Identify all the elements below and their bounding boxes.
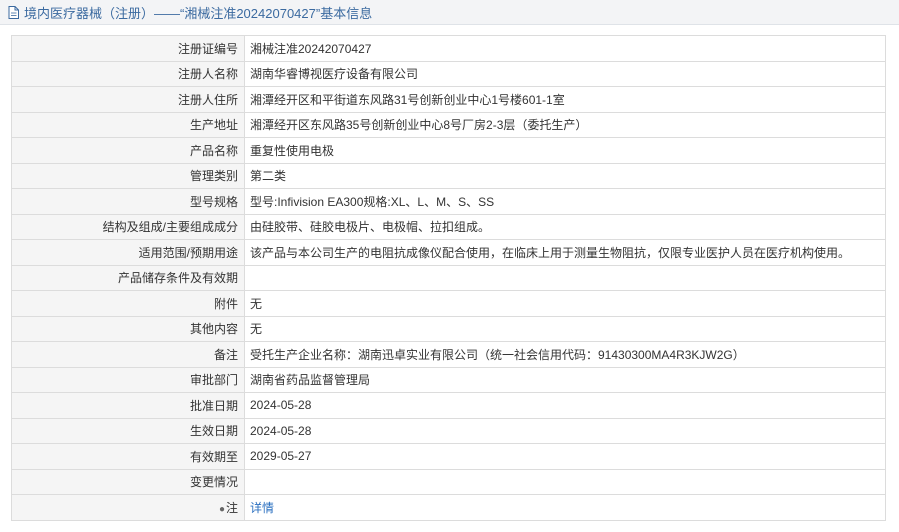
table-row: 审批部门 湖南省药品监督管理局 — [11, 366, 886, 393]
row-label: 生产地址 — [11, 111, 245, 138]
row-value: 湘潭经开区和平街道东风路31号创新创业中心1号楼601-1室 — [244, 86, 886, 113]
table-row: 产品名称 重复性使用电极 — [11, 137, 886, 164]
table-row: 适用范围/预期用途 该产品与本公司生产的电阻抗成像仪配合使用，在临床上用于测量生物… — [11, 239, 886, 266]
table-row: 生效日期 2024-05-28 — [11, 417, 886, 444]
table-row: 生产地址 湘潭经开区东风路35号创新创业中心8号厂房2-3层（委托生产） — [11, 111, 886, 138]
row-value: 湘潭经开区东风路35号创新创业中心8号厂房2-3层（委托生产） — [244, 111, 886, 138]
table-row: 有效期至 2029-05-27 — [11, 443, 886, 470]
row-value: 2024-05-28 — [244, 392, 886, 419]
table-row: 产品储存条件及有效期 — [11, 264, 886, 291]
row-value — [244, 468, 886, 495]
table-row: 结构及组成/主要组成成分 由硅胶带、硅胶电极片、电极帽、拉扣组成。 — [11, 213, 886, 240]
row-value: 无 — [244, 290, 886, 317]
info-table: 注册证编号 湘械注准20242070427 注册人名称 湖南华睿博视医疗设备有限公司… — [11, 35, 886, 521]
table-row: 注册证编号 湘械注准20242070427 — [11, 35, 886, 62]
row-value: 湖南省药品监督管理局 — [244, 366, 886, 393]
table-row: 注册人名称 湖南华睿博视医疗设备有限公司 — [11, 60, 886, 87]
table-row: 批准日期 2024-05-28 — [11, 392, 886, 419]
row-value: 湖南华睿博视医疗设备有限公司 — [244, 60, 886, 87]
note-row: ●注 详情 — [11, 494, 886, 521]
row-label: 附件 — [11, 290, 245, 317]
row-label: 有效期至 — [11, 443, 245, 470]
document-icon — [8, 5, 19, 19]
table-row: 其他内容无 — [11, 315, 886, 342]
row-label: 型号规格 — [11, 188, 245, 215]
note-label-cell: ●注 — [11, 494, 245, 521]
page-header: 境内医疗器械（注册）——“湘械注准20242070427”基本信息 — [0, 0, 899, 25]
row-label: 注册人名称 — [11, 60, 245, 87]
table-row: 变更情况 — [11, 468, 886, 495]
row-value: 2024-05-28 — [244, 417, 886, 444]
row-value: 重复性使用电极 — [244, 137, 886, 164]
row-label: 注册证编号 — [11, 35, 245, 62]
row-label: 其他内容 — [11, 315, 245, 342]
row-value: 无 — [244, 315, 886, 342]
row-value: 2029-05-27 — [244, 443, 886, 470]
page-title: 境内医疗器械（注册）——“湘械注准20242070427”基本信息 — [24, 5, 373, 21]
row-label: 生效日期 — [11, 417, 245, 444]
row-value — [244, 264, 886, 291]
table-row: 管理类别 第二类 — [11, 162, 886, 189]
pin-icon: ● — [218, 503, 225, 515]
row-label: 产品名称 — [11, 137, 245, 164]
row-label: 管理类别 — [11, 162, 245, 189]
note-value-cell: 详情 — [244, 494, 886, 521]
table-row: 备注 受托生产企业名称：湖南迅卓实业有限公司（统一社会信用代码：91430300M… — [11, 341, 886, 368]
row-value: 第二类 — [244, 162, 886, 189]
row-value: 受托生产企业名称：湖南迅卓实业有限公司（统一社会信用代码：91430300MA4… — [244, 341, 886, 368]
info-panel: 注册证编号 湘械注准20242070427 注册人名称 湖南华睿博视医疗设备有限公司… — [11, 35, 886, 521]
row-value: 该产品与本公司生产的电阻抗成像仪配合使用，在临床上用于测量生物阻抗，仅限专业医护… — [244, 239, 886, 266]
row-value: 湘械注准20242070427 — [244, 35, 886, 62]
row-label: 变更情况 — [11, 468, 245, 495]
table-row: 附件无 — [11, 290, 886, 317]
row-label: 备注 — [11, 341, 245, 368]
row-label: 注册人住所 — [11, 86, 245, 113]
row-value: 型号:Infivision EA300规格:XL、L、M、S、SS — [244, 188, 886, 215]
note-label: 注 — [225, 500, 238, 515]
row-label: 结构及组成/主要组成成分 — [11, 213, 245, 240]
details-link[interactable]: 详情 — [250, 501, 274, 515]
row-label: 批准日期 — [11, 392, 245, 419]
row-label: 审批部门 — [11, 366, 245, 393]
row-label: 产品储存条件及有效期 — [11, 264, 245, 291]
table-row: 注册人住所 湘潭经开区和平街道东风路31号创新创业中心1号楼601-1室 — [11, 86, 886, 113]
row-value: 由硅胶带、硅胶电极片、电极帽、拉扣组成。 — [244, 213, 886, 240]
table-row: 型号规格 型号:Infivision EA300规格:XL、L、M、S、SS — [11, 188, 886, 215]
row-label: 适用范围/预期用途 — [11, 239, 245, 266]
